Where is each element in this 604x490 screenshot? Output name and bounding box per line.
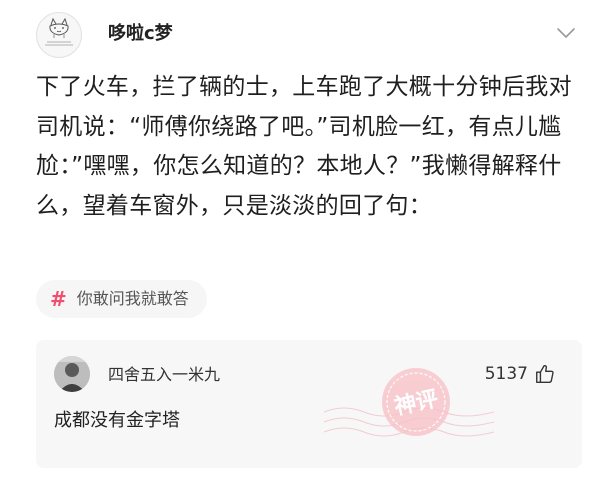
topic-tag[interactable]: # 你敢问我就敢答 <box>36 280 207 318</box>
topic-label: 你敢问我就敢答 <box>76 289 189 308</box>
stamp-seal: 神评 <box>324 368 494 437</box>
commenter-name[interactable]: 四舍五入一米九 <box>108 364 220 386</box>
thumbs-up-icon <box>536 364 554 383</box>
top-comment-card[interactable]: 神评 四舍五入一米九 5137 成都没有金字塔 <box>36 340 582 468</box>
person-photo-avatar-icon <box>54 356 90 392</box>
chevron-down-icon[interactable] <box>556 26 576 40</box>
post-header: 哆啦c梦 <box>36 12 584 58</box>
commenter-avatar[interactable] <box>54 356 90 392</box>
like-count: 5137 <box>484 364 528 384</box>
author-avatar[interactable] <box>36 12 82 58</box>
comment-text[interactable]: 成都没有金字塔 <box>54 408 180 434</box>
hash-icon: # <box>50 287 67 311</box>
like-button[interactable]: 5137 <box>485 362 556 386</box>
author-name[interactable]: 哆啦c梦 <box>108 22 173 46</box>
post-body-text[interactable]: 下了火车，拦了辆的士，上车跑了大概十分钟后我对司机说：“师傅你绕路了吧。”司机脸… <box>36 68 576 226</box>
cat-doodle-avatar-icon <box>45 17 73 46</box>
